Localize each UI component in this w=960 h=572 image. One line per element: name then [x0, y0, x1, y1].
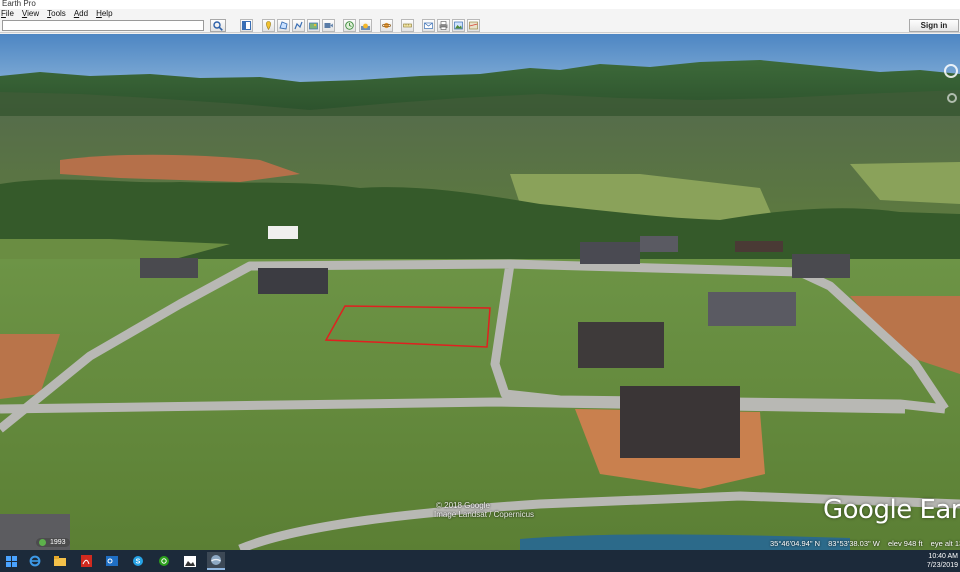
file-explorer-icon [54, 556, 66, 566]
taskbar-photos[interactable] [181, 552, 199, 570]
polygon-button[interactable] [277, 19, 290, 32]
zoom-slider-icon[interactable] [947, 93, 957, 103]
windows-start-icon [5, 555, 17, 567]
historical-imagery-button[interactable] [343, 19, 356, 32]
windows-taskbar: S 10:40 AM 7/23/2019 [0, 550, 960, 572]
google-earth-icon [211, 555, 221, 565]
sun-icon [361, 23, 370, 30]
sun-button[interactable] [359, 19, 372, 32]
record-tour-button[interactable] [322, 19, 335, 32]
search-icon [213, 20, 223, 31]
google-earth-logo: Google Earth [823, 495, 960, 525]
historical-imagery-badge[interactable]: 1993 [36, 538, 70, 547]
email-button[interactable] [422, 19, 435, 32]
ruler-icon [403, 23, 412, 28]
taskbar-google-earth[interactable] [207, 552, 225, 570]
latitude-readout: 35°46'04.94" N [770, 539, 821, 548]
overlay-button[interactable] [307, 19, 320, 32]
google-earth-window: Earth Pro File View Tools Add Help Sign … [0, 0, 960, 572]
placemark-button[interactable] [262, 19, 275, 32]
ruler-button[interactable] [401, 19, 414, 32]
navigation-compass-icon[interactable] [944, 64, 958, 78]
menu-help[interactable]: Help [93, 9, 117, 19]
map-icon [469, 21, 478, 30]
outlook-icon [106, 556, 118, 566]
window-title-bar: Earth Pro [0, 0, 960, 9]
sidebar-button[interactable] [240, 19, 253, 32]
path-icon [294, 21, 303, 30]
menu-tools[interactable]: Tools [44, 9, 71, 19]
taskbar-outlook[interactable] [103, 552, 121, 570]
aerial-imagery[interactable] [0, 34, 960, 550]
print-button[interactable] [437, 19, 450, 32]
skype-icon: S [133, 556, 143, 566]
taskbar-skype[interactable]: S [129, 552, 147, 570]
record-tour-icon [324, 23, 333, 28]
sidebar-icon [242, 21, 251, 30]
menu-add[interactable]: Add [71, 9, 93, 19]
taskbar-acrobat[interactable] [77, 552, 95, 570]
search-button[interactable] [210, 19, 226, 32]
clock-date: 7/23/2019 [926, 562, 958, 569]
quickbooks-icon [159, 556, 169, 566]
svg-text:S: S [136, 559, 141, 566]
sign-in-button[interactable]: Sign in [909, 19, 959, 32]
taskbar-quickbooks[interactable] [155, 552, 173, 570]
longitude-readout: 83°53'38.03" W [828, 539, 880, 548]
taskbar-file-explorer[interactable] [51, 552, 69, 570]
polygon-icon [279, 21, 288, 30]
menu-bar: File View Tools Add Help [0, 9, 960, 19]
save-image-button[interactable] [452, 19, 465, 32]
overlay-icon [309, 22, 318, 30]
menu-file[interactable]: File [0, 9, 19, 19]
planets-button[interactable] [380, 19, 393, 32]
copyright-credit: © 2018 Google [436, 501, 490, 510]
email-icon [424, 22, 433, 29]
path-button[interactable] [292, 19, 305, 32]
historical-imagery-icon [345, 21, 354, 30]
status-bar: 35°46'04.94" N 83°53'38.03" W elev 948 f… [770, 539, 960, 548]
placemark-icon [266, 21, 271, 30]
elevation-readout: elev 948 ft [887, 539, 923, 548]
taskbar-ie[interactable] [26, 552, 44, 570]
save-image-icon [454, 21, 463, 30]
window-title: Earth Pro [2, 0, 36, 8]
ie-icon [29, 555, 41, 567]
clock-time: 10:40 AM [928, 553, 958, 560]
toolbar: Sign in [0, 19, 960, 33]
menu-view[interactable]: View [19, 9, 44, 19]
eye-altitude-readout: eye alt 134 [930, 539, 960, 548]
acrobat-icon [80, 555, 92, 567]
search-input[interactable] [2, 20, 204, 31]
google-maps-button[interactable] [467, 19, 480, 32]
imagery-credit: Image Landsat / Copernicus [434, 510, 535, 519]
3d-map-view[interactable]: 1993 © 2018 Google Image Landsat / Coper… [0, 34, 960, 550]
system-clock[interactable]: 10:40 AM 7/23/2019 [927, 552, 958, 570]
photos-icon [184, 555, 196, 567]
planets-icon [382, 22, 391, 29]
print-icon [439, 21, 448, 30]
start-button[interactable] [2, 552, 20, 570]
